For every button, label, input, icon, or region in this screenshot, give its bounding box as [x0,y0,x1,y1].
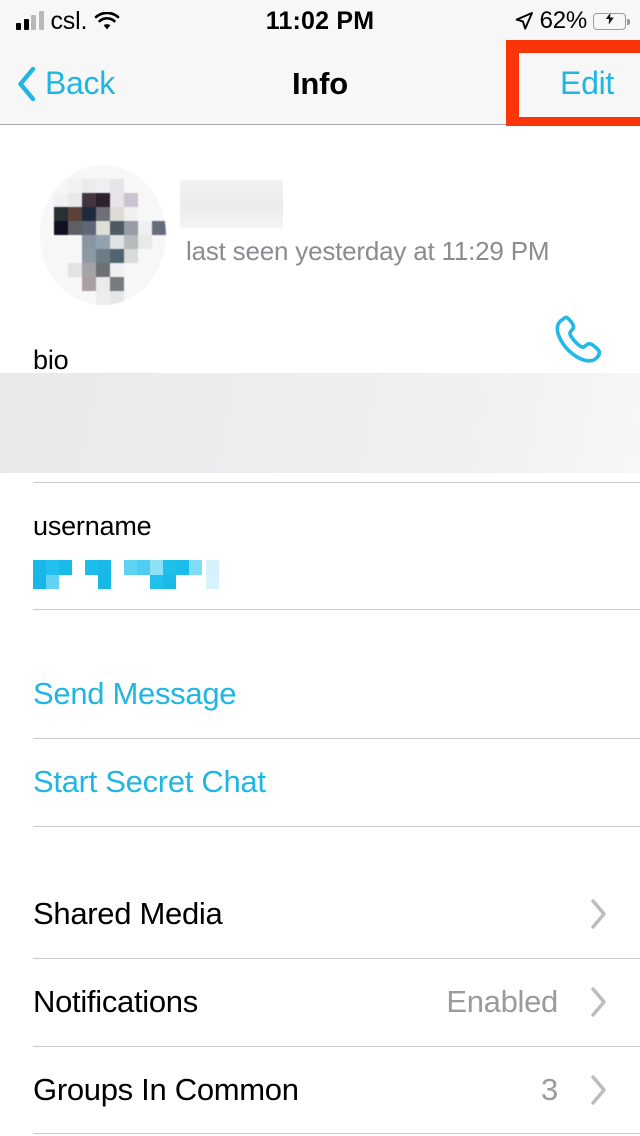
chevron-right-icon [589,870,609,958]
start-secret-chat-label: Start Secret Chat [33,764,266,799]
navigation-bar: Back Info Edit [0,42,640,125]
contact-name-redacted [180,180,283,228]
send-message-button[interactable]: Send Message [0,650,640,738]
shared-media-row[interactable]: Shared Media [0,870,640,958]
notifications-row[interactable]: Notifications Enabled [0,958,640,1046]
notifications-value: Enabled [446,984,558,1019]
last-seen-status: last seen yesterday at 11:29 PM [186,236,550,266]
status-bar: csl. 11:02 PM 62% [0,0,640,42]
location-arrow-icon [514,11,534,31]
groups-in-common-label: Groups In Common [33,1072,299,1107]
battery-percent-label: 62% [539,7,588,34]
notifications-label: Notifications [33,984,198,1019]
divider [33,826,640,827]
divider [33,609,640,610]
avatar[interactable] [40,165,166,305]
bio-value-redacted[interactable] [0,373,640,473]
username-value-redacted[interactable] [33,560,219,589]
divider [33,1133,640,1134]
groups-in-common-value: 3 [541,1072,558,1107]
chevron-right-icon [589,1046,609,1134]
status-bar-right: 62% [514,0,630,42]
divider [33,482,640,483]
phone-icon[interactable] [548,314,608,370]
username-field-label: username [33,511,152,541]
shared-media-label: Shared Media [33,896,223,931]
send-message-label: Send Message [33,676,237,711]
profile-header: last seen yesterday at 11:29 PM [0,126,640,363]
battery-charging-icon [593,9,630,30]
groups-in-common-row[interactable]: Groups In Common 3 [0,1046,640,1134]
edit-button[interactable]: Edit [560,42,614,125]
page-title: Info [291,65,348,101]
contact-info-screen: csl. 11:02 PM 62% Back Info Edit last se… [0,0,640,1136]
chevron-right-icon [589,958,609,1046]
start-secret-chat-button[interactable]: Start Secret Chat [0,738,640,826]
bio-field-label: bio [33,345,69,375]
clock-label: 11:02 PM [265,6,375,35]
